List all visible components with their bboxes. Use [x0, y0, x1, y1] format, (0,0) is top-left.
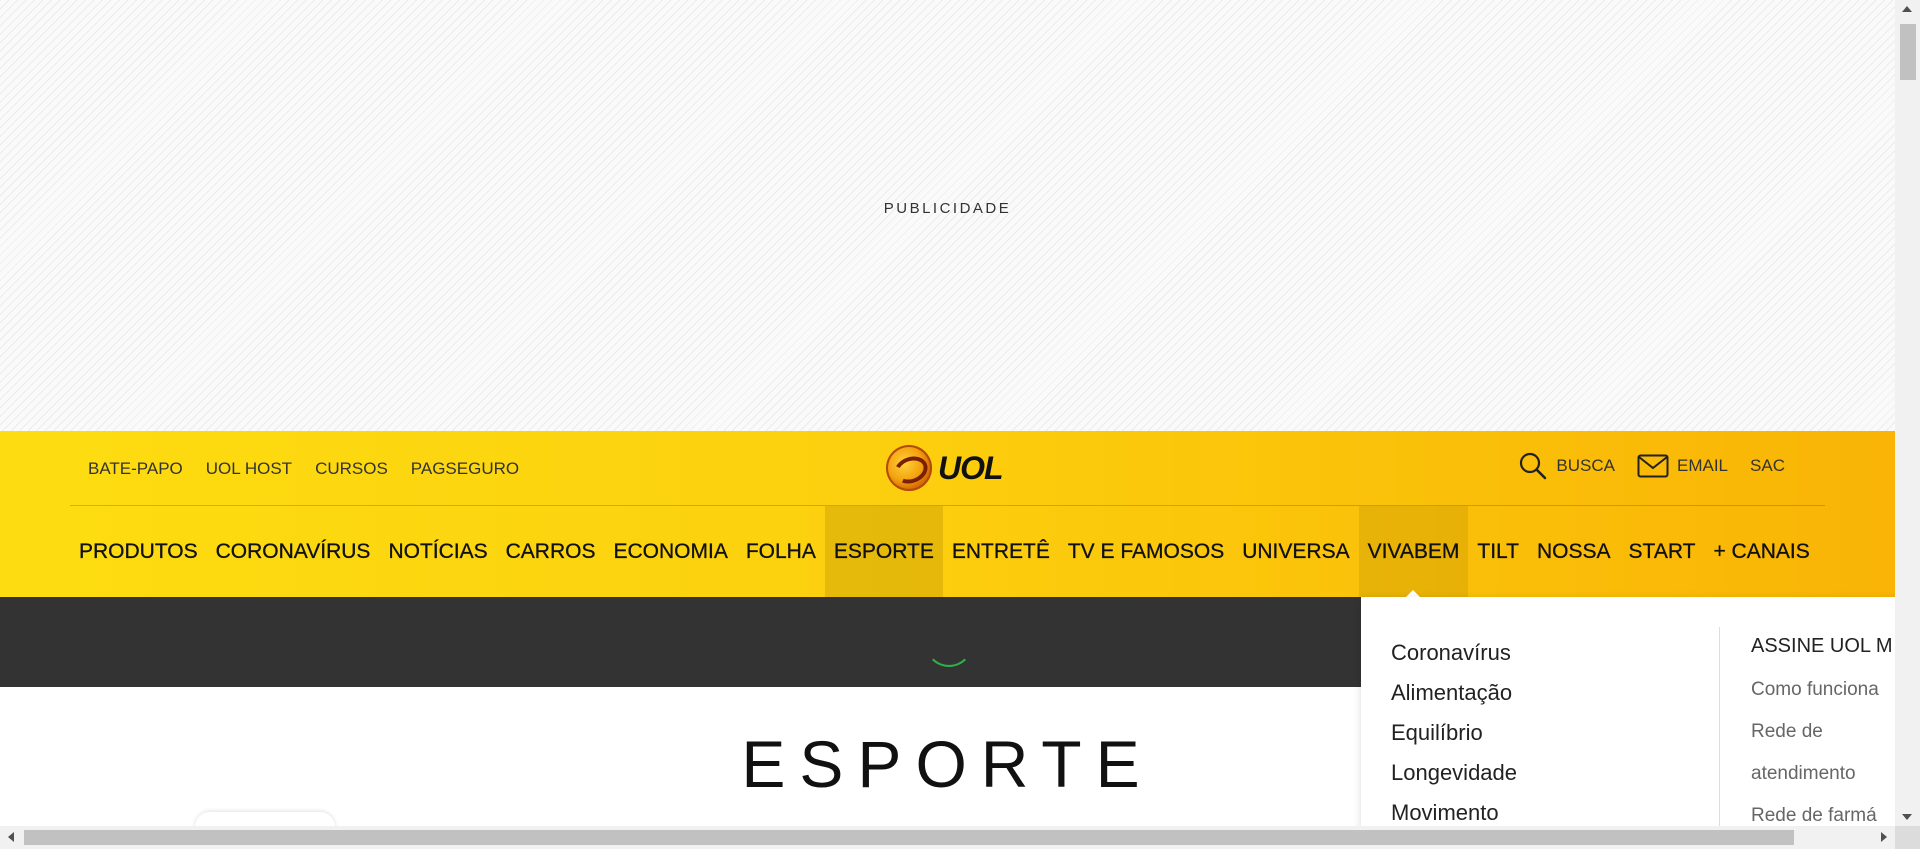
dropdown-side-title[interactable]: ASSINE UOL M	[1751, 635, 1895, 669]
scroll-down-arrow-icon[interactable]	[1902, 814, 1912, 820]
nav-item-entrete[interactable]: ENTRETÊ	[943, 506, 1059, 597]
nav-item-vivabem[interactable]: VIVABEM	[1358, 506, 1469, 598]
nav-item-esporte[interactable]: ESPORTE	[824, 506, 943, 597]
search-label: BUSCA	[1556, 456, 1615, 475]
dropdown-main-list: Coronavírus Alimentação Equilíbrio Longe…	[1391, 633, 1517, 826]
vertical-scroll-thumb[interactable]	[1900, 24, 1916, 80]
nav-item-tilt[interactable]: TILT	[1468, 506, 1528, 597]
nav-item-noticias[interactable]: NOTÍCIAS	[379, 506, 496, 597]
vertical-scrollbar[interactable]	[1895, 0, 1920, 826]
top-links: BATE-PAPO UOL HOST CURSOS PAGSEGURO	[88, 459, 519, 479]
vivabem-dropdown-menu: Coronavírus Alimentação Equilíbrio Longe…	[1361, 597, 1895, 826]
logo-text: UOL	[938, 449, 1004, 486]
dropdown-link-rede-atendimento[interactable]: Rede de atendimento	[1751, 711, 1881, 795]
nav-item-tv-e-famosos[interactable]: TV E FAMOSOS	[1059, 506, 1233, 597]
browser-viewport: PUBLICIDADE BATE-PAPO UOL HOST CURSOS PA…	[0, 0, 1895, 826]
nav-item-universa[interactable]: UNIVERSA	[1233, 506, 1358, 597]
mail-icon	[1637, 454, 1669, 478]
nav-item-folha[interactable]: FOLHA	[737, 506, 825, 597]
dropdown-side-column: ASSINE UOL M Como funciona Rede de atend…	[1751, 635, 1895, 826]
scroll-up-arrow-icon[interactable]	[1902, 6, 1912, 12]
sac-link[interactable]: SAC	[1750, 456, 1785, 476]
uol-logo[interactable]: UOL	[886, 445, 1004, 491]
dropdown-link-rede-farmacias[interactable]: Rede de farmá	[1751, 795, 1881, 826]
scrollbar-corner	[1895, 826, 1920, 849]
dropdown-item-longevidade[interactable]: Longevidade	[1391, 753, 1517, 793]
nav-item-carros[interactable]: CARROS	[497, 506, 605, 597]
horizontal-scrollbar[interactable]	[0, 826, 1895, 849]
dropdown-item-alimentacao[interactable]: Alimentação	[1391, 673, 1517, 713]
nav-item-nossa[interactable]: NOSSA	[1528, 506, 1620, 597]
dropdown-item-equilibrio[interactable]: Equilíbrio	[1391, 713, 1517, 753]
dropdown-divider	[1719, 627, 1720, 826]
header-right-links: BUSCA EMAIL SAC	[1518, 451, 1785, 481]
dropdown-link-como-funciona[interactable]: Como funciona	[1751, 669, 1881, 711]
dropdown-item-coronavirus[interactable]: Coronavírus	[1391, 633, 1517, 673]
top-link-uol-host[interactable]: UOL HOST	[206, 459, 292, 479]
scroll-right-arrow-icon[interactable]	[1881, 832, 1887, 842]
pill-tab[interactable]	[195, 812, 335, 826]
top-link-bate-papo[interactable]: BATE-PAPO	[88, 459, 183, 479]
search-button[interactable]: BUSCA	[1518, 451, 1615, 481]
nav-item-coronavirus[interactable]: CORONAVÍRUS	[207, 506, 380, 597]
top-link-pagseguro[interactable]: PAGSEGURO	[411, 459, 519, 479]
email-label: EMAIL	[1677, 456, 1729, 475]
horizontal-scroll-thumb[interactable]	[24, 830, 1794, 845]
email-button[interactable]: EMAIL	[1637, 454, 1728, 478]
nav-item-start[interactable]: START	[1620, 506, 1705, 597]
top-link-cursos[interactable]: CURSOS	[315, 459, 388, 479]
scroll-left-arrow-icon[interactable]	[8, 832, 14, 842]
ad-label: PUBLICIDADE	[883, 200, 1012, 217]
nav-item-economia[interactable]: ECONOMIA	[604, 506, 736, 597]
search-icon	[1520, 452, 1547, 480]
uol-logo-icon	[886, 445, 932, 491]
loading-spinner-icon	[925, 619, 973, 667]
site-header: BATE-PAPO UOL HOST CURSOS PAGSEGURO UOL …	[0, 431, 1895, 598]
sac-label: SAC	[1750, 456, 1785, 475]
nav-item-mais-canais[interactable]: + CANAIS	[1704, 506, 1818, 597]
main-nav: PRODUTOS CORONAVÍRUS NOTÍCIAS CARROS ECO…	[70, 506, 1819, 598]
ad-banner[interactable]: PUBLICIDADE	[0, 0, 1895, 431]
dropdown-item-movimento[interactable]: Movimento	[1391, 793, 1517, 826]
nav-item-produtos[interactable]: PRODUTOS	[70, 506, 207, 597]
